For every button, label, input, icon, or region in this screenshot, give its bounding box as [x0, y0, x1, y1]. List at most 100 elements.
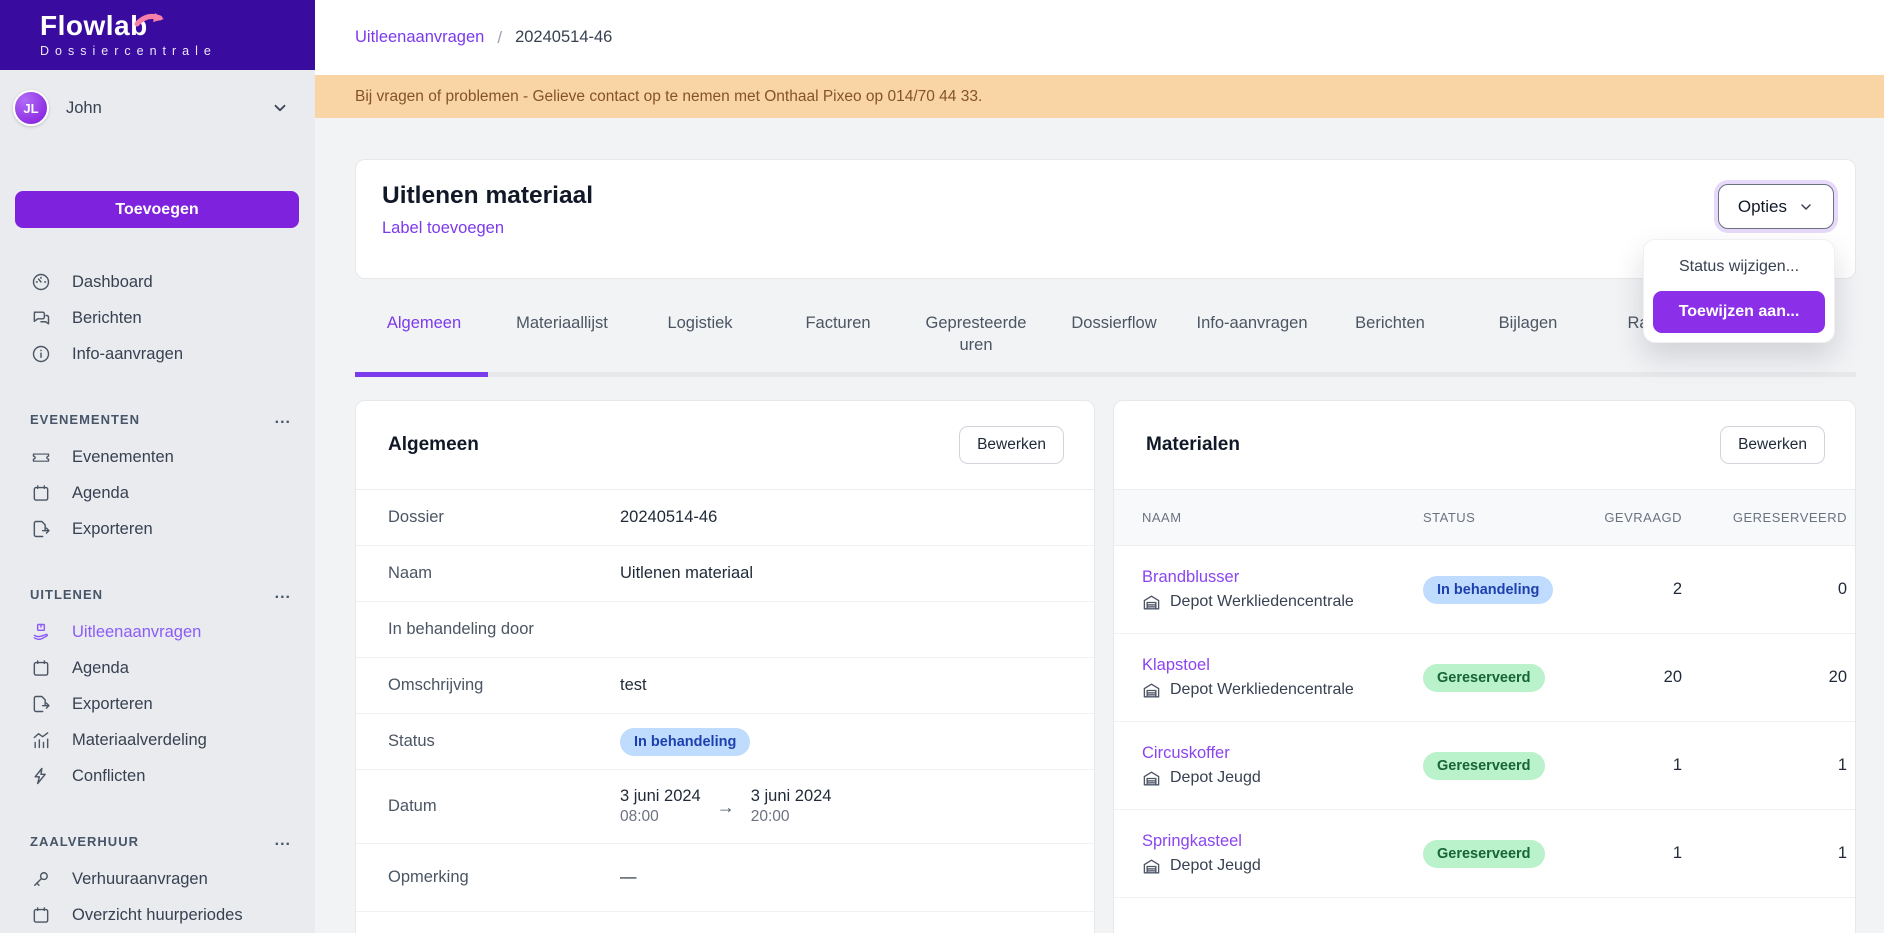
tab-facturen[interactable]: Facturen: [769, 300, 907, 357]
sidebar-item-berichten[interactable]: Berichten: [0, 300, 315, 336]
menu-item-status-wijzigen[interactable]: Status wijzigen...: [1644, 245, 1834, 289]
ticket-icon: [30, 447, 52, 467]
brand-name: Flowlab: [40, 12, 148, 40]
chevron-down-icon: [1798, 199, 1814, 215]
sidebar-item-uitleenaanvragen[interactable]: Uitleenaanvragen: [0, 614, 315, 650]
breadcrumb: Uitleenaanvragen / 20240514-46: [315, 0, 1884, 75]
edit-general-button[interactable]: Bewerken: [959, 426, 1064, 464]
user-name: John: [66, 99, 271, 118]
section-title-evenementen: EVENEMENTEN: [30, 412, 140, 427]
materials-table-header: NAAM STATUS GEVRAAGD GERESERVEERD: [1114, 490, 1855, 546]
detail-row-opmerking: Opmerking —: [356, 844, 1094, 912]
reserved-count: 1: [1682, 844, 1847, 863]
sidebar-item-agenda-evenementen[interactable]: Agenda: [0, 475, 315, 511]
sidebar-item-conflicten[interactable]: Conflicten: [0, 758, 315, 794]
sidebar-item-exporteren-evenementen[interactable]: Exporteren: [0, 511, 315, 547]
main-area: Uitleenaanvragen / 20240514-46 Bij vrage…: [315, 0, 1884, 933]
calendar-icon: [30, 483, 52, 503]
sidebar-item-label: Dashboard: [72, 273, 153, 292]
general-panel-title: Algemeen: [388, 434, 479, 456]
chevron-down-icon: [271, 99, 289, 117]
requested-count: 2: [1583, 580, 1682, 599]
sidebar-item-dashboard[interactable]: Dashboard: [0, 264, 315, 300]
depot-label: Depot Werkliedencentrale: [1170, 681, 1354, 699]
status-badge: In behandeling: [620, 728, 750, 756]
table-row: Springkasteel Depot Jeugd Gereserveerd 1…: [1114, 810, 1855, 898]
chat-icon: [30, 308, 52, 328]
user-menu[interactable]: JL John: [0, 70, 315, 144]
options-button[interactable]: Opties: [1718, 184, 1834, 229]
avatar: JL: [13, 90, 49, 126]
materials-panel-title: Materialen: [1146, 434, 1240, 456]
detail-row-naam: Naam Uitlenen materiaal: [356, 546, 1094, 602]
material-link[interactable]: Klapstoel: [1142, 656, 1423, 675]
sidebar-item-label: Info-aanvragen: [72, 345, 183, 364]
sidebar-item-exporteren-uitlenen[interactable]: Exporteren: [0, 686, 315, 722]
add-label-link[interactable]: Label toevoegen: [382, 219, 504, 238]
sidebar: Flowlab Dossiercentrale JL John Toevoege…: [0, 0, 315, 933]
sidebar-item-label: Exporteren: [72, 520, 153, 539]
requested-count: 1: [1583, 756, 1682, 775]
tab-materiaallijst[interactable]: Materiaallijst: [493, 300, 631, 357]
brand-logo[interactable]: Flowlab Dossiercentrale: [0, 0, 315, 70]
sidebar-nav: Dashboard Berichten Info-aanvragen EVENE…: [0, 264, 315, 933]
chart-icon: [30, 730, 52, 750]
bolt-icon: [30, 766, 52, 786]
tab-berichten[interactable]: Berichten: [1321, 300, 1459, 357]
edit-materials-button[interactable]: Bewerken: [1720, 426, 1825, 464]
material-link[interactable]: Brandblusser: [1142, 568, 1423, 587]
sidebar-item-label: Berichten: [72, 309, 142, 328]
add-button[interactable]: Toevoegen: [15, 191, 299, 228]
brand-arrow-icon: [134, 10, 168, 30]
tab-logistiek[interactable]: Logistiek: [631, 300, 769, 357]
tab-track: [355, 372, 1856, 377]
general-panel: Algemeen Bewerken Dossier 20240514-46 Na…: [355, 400, 1095, 933]
depot-label: Depot Jeugd: [1170, 857, 1261, 875]
depot-icon: [1142, 593, 1161, 612]
brand-subtitle: Dossiercentrale: [40, 44, 315, 58]
detail-row-status: Status In behandeling: [356, 714, 1094, 770]
notice-banner-text: Bij vragen of problemen - Gelieve contac…: [355, 88, 982, 106]
material-link[interactable]: Circuskoffer: [1142, 744, 1423, 763]
tab-info-aanvragen[interactable]: Info-aanvragen: [1183, 300, 1321, 357]
breadcrumb-parent-link[interactable]: Uitleenaanvragen: [355, 28, 484, 47]
sidebar-item-evenementen[interactable]: Evenementen: [0, 439, 315, 475]
status-badge: Gereserveerd: [1423, 752, 1545, 780]
date-to: 3 juni 2024 20:00: [751, 787, 832, 826]
section-title-uitlenen: UITLENEN: [30, 587, 103, 602]
breadcrumb-separator: /: [497, 28, 502, 48]
section-menu-icon[interactable]: ...: [275, 416, 291, 422]
options-dropdown-menu: Status wijzigen... Toewijzen aan...: [1643, 239, 1835, 343]
table-row: Klapstoel Depot Werkliedencentrale Geres…: [1114, 634, 1855, 722]
section-title-zaalverhuur: ZAALVERHUUR: [30, 834, 139, 849]
sidebar-item-verhuuraanvragen[interactable]: Verhuuraanvragen: [0, 861, 315, 897]
calendar-icon: [30, 658, 52, 678]
key-icon: [30, 869, 52, 889]
depot-icon: [1142, 681, 1161, 700]
menu-item-toewijzen-aan[interactable]: Toewijzen aan...: [1653, 291, 1825, 333]
material-link[interactable]: Springkasteel: [1142, 832, 1423, 851]
sidebar-item-info-aanvragen[interactable]: Info-aanvragen: [0, 336, 315, 372]
tab-bijlagen[interactable]: Bijlagen: [1459, 300, 1597, 357]
sidebar-item-label: Evenementen: [72, 448, 174, 467]
tab-algemeen[interactable]: Algemeen: [355, 300, 493, 357]
sidebar-item-overzicht-huurperiodes[interactable]: Overzicht huurperiodes: [0, 897, 315, 933]
sidebar-item-label: Materiaalverdeling: [72, 731, 207, 750]
sidebar-item-agenda-uitlenen[interactable]: Agenda: [0, 650, 315, 686]
sidebar-item-label: Agenda: [72, 484, 129, 503]
status-badge: Gereserveerd: [1423, 664, 1545, 692]
tab-dossierflow[interactable]: Dossierflow: [1045, 300, 1183, 357]
page-title: Uitlenen materiaal: [382, 182, 1855, 210]
reserved-count: 1: [1682, 756, 1847, 775]
table-row: Brandblusser Depot Werkliedencentrale In…: [1114, 546, 1855, 634]
section-menu-icon[interactable]: ...: [275, 838, 291, 844]
sidebar-item-materiaalverdeling[interactable]: Materiaalverdeling: [0, 722, 315, 758]
sidebar-item-label: Overzicht huurperiodes: [72, 906, 243, 925]
arrow-right-icon: →: [717, 797, 735, 818]
reserved-count: 20: [1682, 668, 1847, 687]
detail-row-datum: Datum 3 juni 2024 08:00 → 3 juni 2024 20…: [356, 770, 1094, 844]
section-menu-icon[interactable]: ...: [275, 591, 291, 597]
tab-gepresteerde-uren[interactable]: Gepresteerde uren: [907, 300, 1045, 357]
detail-row-omschrijving: Omschrijving test: [356, 658, 1094, 714]
sidebar-item-label: Exporteren: [72, 695, 153, 714]
